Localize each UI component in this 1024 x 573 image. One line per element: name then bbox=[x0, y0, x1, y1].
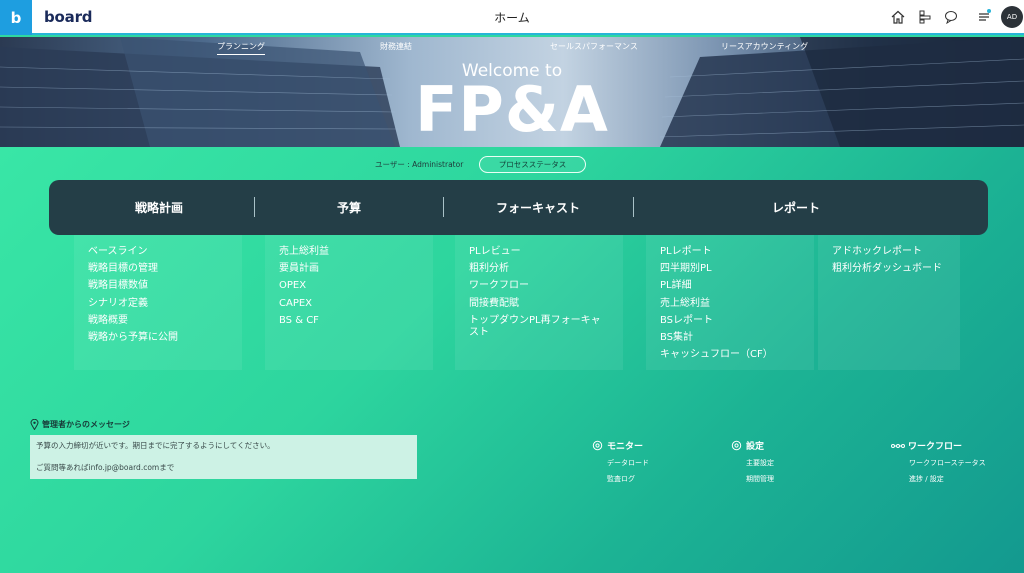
divider bbox=[443, 197, 444, 217]
gear-icon bbox=[592, 440, 603, 451]
adhoc-reports-menu: アドホックレポート 粗利分析ダッシュボード bbox=[818, 235, 960, 370]
menu-item-strategic-goal-values[interactable]: 戦略目標数値 bbox=[88, 277, 228, 294]
monitor-title: モニター bbox=[607, 442, 644, 452]
admin-message-heading: 管理者からのメッセージ bbox=[30, 419, 130, 430]
workflow-section: ワークフロー ワークフローステータス 進捗 / 設定 bbox=[891, 439, 986, 484]
menu-item-margin-analysis[interactable]: 粗利分析 bbox=[469, 260, 609, 277]
menu-item-strategic-goal-management[interactable]: 戦略目標の管理 bbox=[88, 260, 228, 277]
menu-item-pl-review[interactable]: PLレビュー bbox=[469, 243, 609, 260]
link-audit-log[interactable]: 監査ログ bbox=[607, 474, 649, 484]
menu-item-margin-dashboard[interactable]: 粗利分析ダッシュボード bbox=[832, 260, 946, 277]
gear-icon bbox=[731, 440, 742, 451]
category-menu-bar: 戦略計画 予算 フォーキャスト レポート bbox=[49, 180, 988, 235]
link-data-load[interactable]: データロード bbox=[607, 458, 649, 468]
menu-item-bs-cf[interactable]: BS & CF bbox=[279, 312, 419, 329]
module-nav: プランニング 財務連結 セールスパフォーマンス リースアカウンティング bbox=[0, 39, 1024, 57]
admin-message-title: 管理者からのメッセージ bbox=[42, 420, 130, 429]
menu-item-pl-detail[interactable]: PL詳細 bbox=[660, 277, 800, 294]
message-line: 予算の入力締切が近いです。期日までに完了するようにしてください。 bbox=[36, 441, 275, 450]
process-status-button[interactable]: プロセスステータス bbox=[479, 156, 586, 173]
nav-item-consolidation[interactable]: 財務連結 bbox=[380, 41, 412, 52]
chat-icon[interactable] bbox=[943, 9, 959, 25]
budget-menu: 売上総利益 要員計画 OPEX CAPEX BS & CF bbox=[265, 235, 433, 370]
divider bbox=[254, 197, 255, 217]
menu-item-overhead-allocation[interactable]: 間接費配賦 bbox=[469, 295, 609, 312]
divider bbox=[633, 197, 634, 217]
process-icon[interactable] bbox=[917, 9, 933, 25]
top-bar: b board ホーム AD bbox=[0, 0, 1024, 35]
menu-item-scenario-definition[interactable]: シナリオ定義 bbox=[88, 295, 228, 312]
monitor-section: モニター データロード 監査ログ bbox=[592, 439, 649, 484]
settings-title: 設定 bbox=[746, 442, 765, 452]
strategic-planning-menu: ベースライン 戦略目標の管理 戦略目標数値 シナリオ定義 戦略概要 戦略から予算… bbox=[74, 235, 242, 370]
admin-message-box: 予算の入力締切が近いです。期日までに完了するようにしてください。 ご質問等あれば… bbox=[30, 435, 417, 479]
tab-strategic-planning[interactable]: 戦略計画 bbox=[79, 180, 239, 235]
link-period-management[interactable]: 期間管理 bbox=[746, 474, 774, 484]
link-progress-settings[interactable]: 進捗 / 設定 bbox=[909, 474, 986, 484]
notification-dot bbox=[987, 9, 991, 13]
settings-section: 設定 主要設定 期間管理 bbox=[731, 439, 774, 484]
nav-item-lease-accounting[interactable]: リースアカウンティング bbox=[721, 41, 808, 52]
menu-item-cash-flow[interactable]: キャッシュフロー（CF） bbox=[660, 346, 800, 363]
tab-forecast[interactable]: フォーキャスト bbox=[458, 180, 618, 235]
menu-item-topdown-pl-reforecast[interactable]: トップダウンPL再フォーキャスト bbox=[469, 315, 609, 339]
menu-item-strategy-overview[interactable]: 戦略概要 bbox=[88, 312, 228, 329]
link-workflow-status[interactable]: ワークフローステータス bbox=[909, 458, 986, 468]
menu-item-publish-to-budget[interactable]: 戦略から予算に公開 bbox=[88, 329, 228, 346]
hero-title: FP&A bbox=[415, 73, 609, 146]
menu-item-gross-profit-report[interactable]: 売上総利益 bbox=[660, 295, 800, 312]
link-main-settings[interactable]: 主要設定 bbox=[746, 458, 774, 468]
menu-item-workforce-planning[interactable]: 要員計画 bbox=[279, 260, 419, 277]
forecast-menu: PLレビュー 粗利分析 ワークフロー 間接費配賦 トップダウンPL再フォーキャス… bbox=[455, 235, 623, 370]
pin-icon bbox=[30, 419, 39, 430]
tab-budget[interactable]: 予算 bbox=[269, 180, 429, 235]
menu-item-opex[interactable]: OPEX bbox=[279, 277, 419, 294]
menu-item-capex[interactable]: CAPEX bbox=[279, 295, 419, 312]
user-label: ユーザー : Administrator bbox=[375, 160, 464, 169]
home-icon[interactable] bbox=[890, 9, 906, 25]
menu-item-quarterly-pl[interactable]: 四半期別PL bbox=[660, 260, 800, 277]
menu-item-gross-profit[interactable]: 売上総利益 bbox=[279, 243, 419, 260]
menu-item-bs-summary[interactable]: BS集計 bbox=[660, 329, 800, 346]
menu-item-workflow[interactable]: ワークフロー bbox=[469, 277, 609, 294]
nav-item-planning[interactable]: プランニング bbox=[217, 41, 265, 55]
message-line: ご質問等あればinfo.jp@board.comまで bbox=[36, 463, 175, 472]
menu-item-baseline[interactable]: ベースライン bbox=[88, 243, 228, 260]
nav-item-sales-performance[interactable]: セールスパフォーマンス bbox=[550, 41, 638, 52]
menu-item-pl-report[interactable]: PLレポート bbox=[660, 243, 800, 260]
reports-menu: PLレポート 四半期別PL PL詳細 売上総利益 BSレポート BS集計 キャッ… bbox=[646, 235, 814, 370]
hero-banner: プランニング 財務連結 セールスパフォーマンス リースアカウンティング Welc… bbox=[0, 37, 1024, 147]
workflow-icon bbox=[891, 443, 905, 448]
menu-item-adhoc-report[interactable]: アドホックレポート bbox=[832, 243, 946, 260]
menu-item-bs-report[interactable]: BSレポート bbox=[660, 312, 800, 329]
tab-reports[interactable]: レポート bbox=[648, 180, 944, 235]
page-title: ホーム bbox=[494, 11, 530, 25]
avatar[interactable]: AD bbox=[1001, 6, 1023, 28]
workflow-title: ワークフロー bbox=[908, 442, 963, 452]
